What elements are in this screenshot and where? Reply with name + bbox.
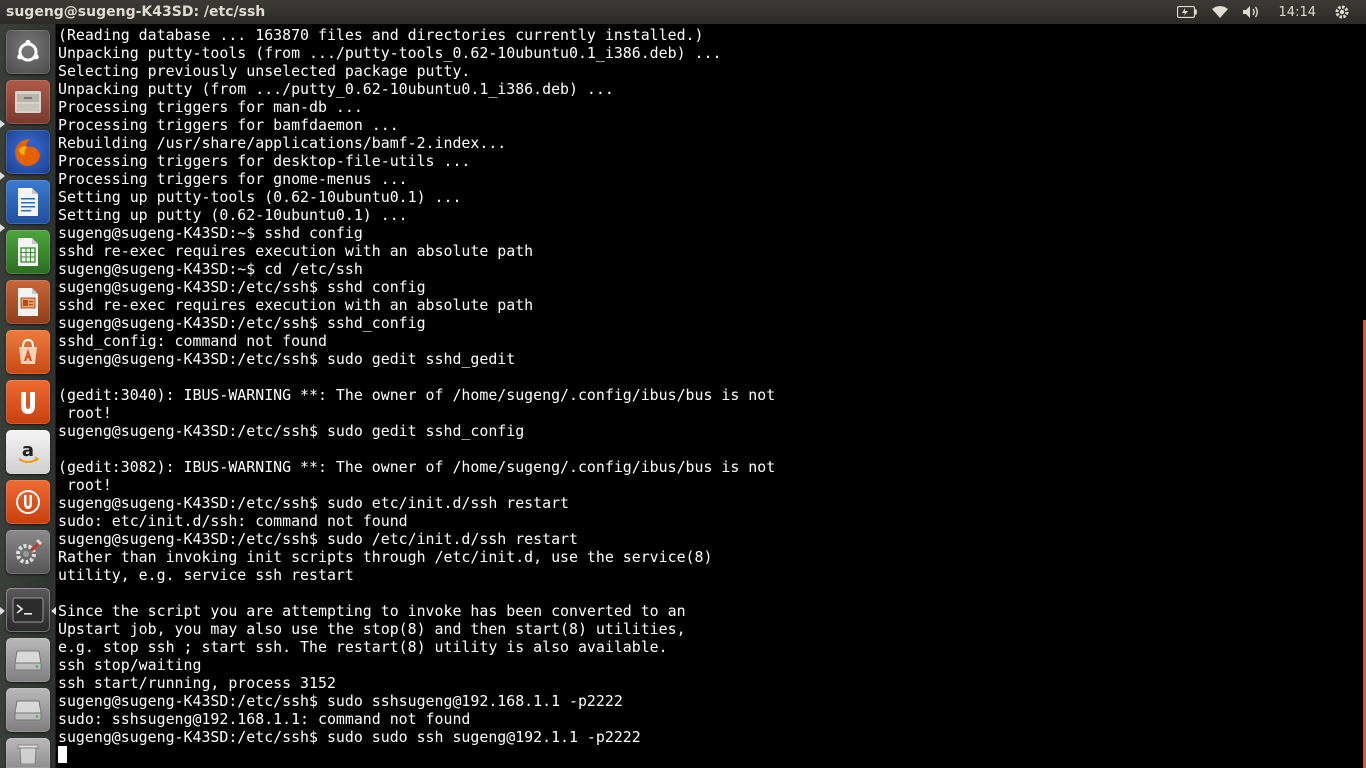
terminal-cursor [58, 746, 67, 763]
libreoffice-writer-icon[interactable] [6, 180, 50, 224]
window-title: sugeng@sugeng-K43SD: /etc/ssh [6, 4, 266, 20]
terminal-line: Processing triggers for desktop-file-uti… [58, 152, 471, 170]
terminal-line: sugeng@sugeng-K43SD:/etc/ssh$ sudo sudo … [58, 728, 641, 746]
terminal-line: (gedit:3082): IBUS-WARNING **: The owner… [58, 458, 776, 476]
battery-icon[interactable] [1169, 0, 1205, 24]
running-indicator [0, 120, 5, 128]
terminal-line: sugeng@sugeng-K43SD:/etc/ssh$ sudo /etc/… [58, 530, 578, 548]
volume-icon[interactable] [1235, 0, 1269, 24]
terminal-line: Setting up putty (0.62-10ubuntu0.1) ... [58, 206, 408, 224]
terminal-line: Processing triggers for gnome-menus ... [58, 170, 408, 188]
terminal-line: utility, e.g. service ssh restart [58, 566, 354, 584]
ubuntu-dash-icon[interactable] [6, 30, 50, 74]
terminal-line: sugeng@sugeng-K43SD:/etc/ssh$ sudo sshsu… [58, 692, 623, 710]
libreoffice-calc-icon[interactable] [6, 230, 50, 274]
system-settings-icon[interactable] [6, 530, 50, 574]
libreoffice-impress-icon[interactable] [6, 280, 50, 324]
terminal-line: Unpacking putty (from .../putty_0.62-10u… [58, 80, 614, 98]
terminal-line: sugeng@sugeng-K43SD:~$ cd /etc/ssh [58, 260, 363, 278]
terminal-output: (Reading database ... 163870 files and d… [57, 26, 1360, 746]
terminal-line: sudo: etc/init.d/ssh: command not found [58, 512, 408, 530]
wifi-icon[interactable] [1205, 0, 1235, 24]
terminal-line: Selecting previously unselected package … [58, 62, 471, 80]
clock[interactable]: 14:14 [1269, 0, 1328, 24]
terminal-line: sugeng@sugeng-K43SD:/etc/ssh$ sshd_confi… [58, 314, 426, 332]
svg-text:a: a [22, 440, 34, 461]
terminal-line: sshd re-exec requires execution with an … [58, 296, 534, 314]
ubuntu-one-icon[interactable] [6, 380, 50, 424]
terminal-line: (gedit:3040): IBUS-WARNING **: The owner… [58, 386, 776, 404]
launcher: a [0, 24, 56, 768]
top-panel: sugeng@sugeng-K43SD: /etc/ssh 14:14 [0, 0, 1366, 24]
indicator-area: 14:14 [1169, 0, 1366, 24]
terminal-line: sugeng@sugeng-K43SD:/etc/ssh$ sudo gedit… [58, 350, 516, 368]
terminal-line: ssh stop/waiting [58, 656, 202, 674]
terminal-window[interactable]: (Reading database ... 163870 files and d… [57, 24, 1360, 768]
firefox-icon[interactable] [6, 130, 50, 174]
terminal-line: sugeng@sugeng-K43SD:/etc/ssh$ sudo gedit… [58, 422, 525, 440]
terminal-line: sshd re-exec requires execution with an … [58, 242, 534, 260]
running-indicator [0, 172, 5, 180]
terminal-line: sugeng@sugeng-K43SD:/etc/ssh$ sshd confi… [58, 278, 426, 296]
terminal-line: e.g. stop ssh ; start ssh. The restart(8… [58, 638, 668, 656]
terminal-line: Upstart job, you may also use the stop(8… [58, 620, 686, 638]
terminal-line: Setting up putty-tools (0.62-10ubuntu0.1… [58, 188, 462, 206]
terminal-line: sudo: sshsugeng@192.168.1.1: command not… [58, 710, 471, 728]
terminal-line: Rebuilding /usr/share/applications/bamf-… [58, 134, 507, 152]
terminal-icon[interactable] [6, 588, 50, 632]
terminal-line: root! [58, 476, 112, 494]
terminal-prompt-line[interactable] [57, 746, 1360, 764]
ubuntu-one-music-icon[interactable] [6, 480, 50, 524]
session-gear-icon[interactable] [1328, 0, 1356, 24]
software-center-icon[interactable] [6, 330, 50, 374]
terminal-line: sugeng@sugeng-K43SD:/etc/ssh$ sudo etc/i… [58, 494, 570, 512]
running-indicator [0, 607, 5, 615]
terminal-line: sugeng@sugeng-K43SD:~$ sshd config [58, 224, 363, 242]
terminal-line: Processing triggers for bamfdaemon ... [58, 116, 399, 134]
terminal-line: Rather than invoking init scripts throug… [58, 548, 713, 566]
drive-icon-2[interactable] [6, 688, 50, 732]
terminal-line: (Reading database ... 163870 files and d… [58, 26, 704, 44]
focused-indicator [51, 607, 56, 615]
terminal-line: Since the script you are attempting to i… [58, 602, 686, 620]
terminal-line: sshd_config: command not found [58, 332, 327, 350]
running-indicator [0, 224, 5, 232]
files-icon[interactable] [6, 80, 50, 124]
terminal-line: ssh start/running, process 3152 [58, 674, 336, 692]
amazon-icon[interactable]: a [6, 430, 50, 474]
drive-icon[interactable] [6, 638, 50, 682]
trash-icon[interactable] [6, 738, 50, 768]
terminal-line: root! [58, 404, 112, 422]
terminal-line: Unpacking putty-tools (from .../putty-to… [58, 44, 722, 62]
terminal-line: Processing triggers for man-db ... [58, 98, 363, 116]
